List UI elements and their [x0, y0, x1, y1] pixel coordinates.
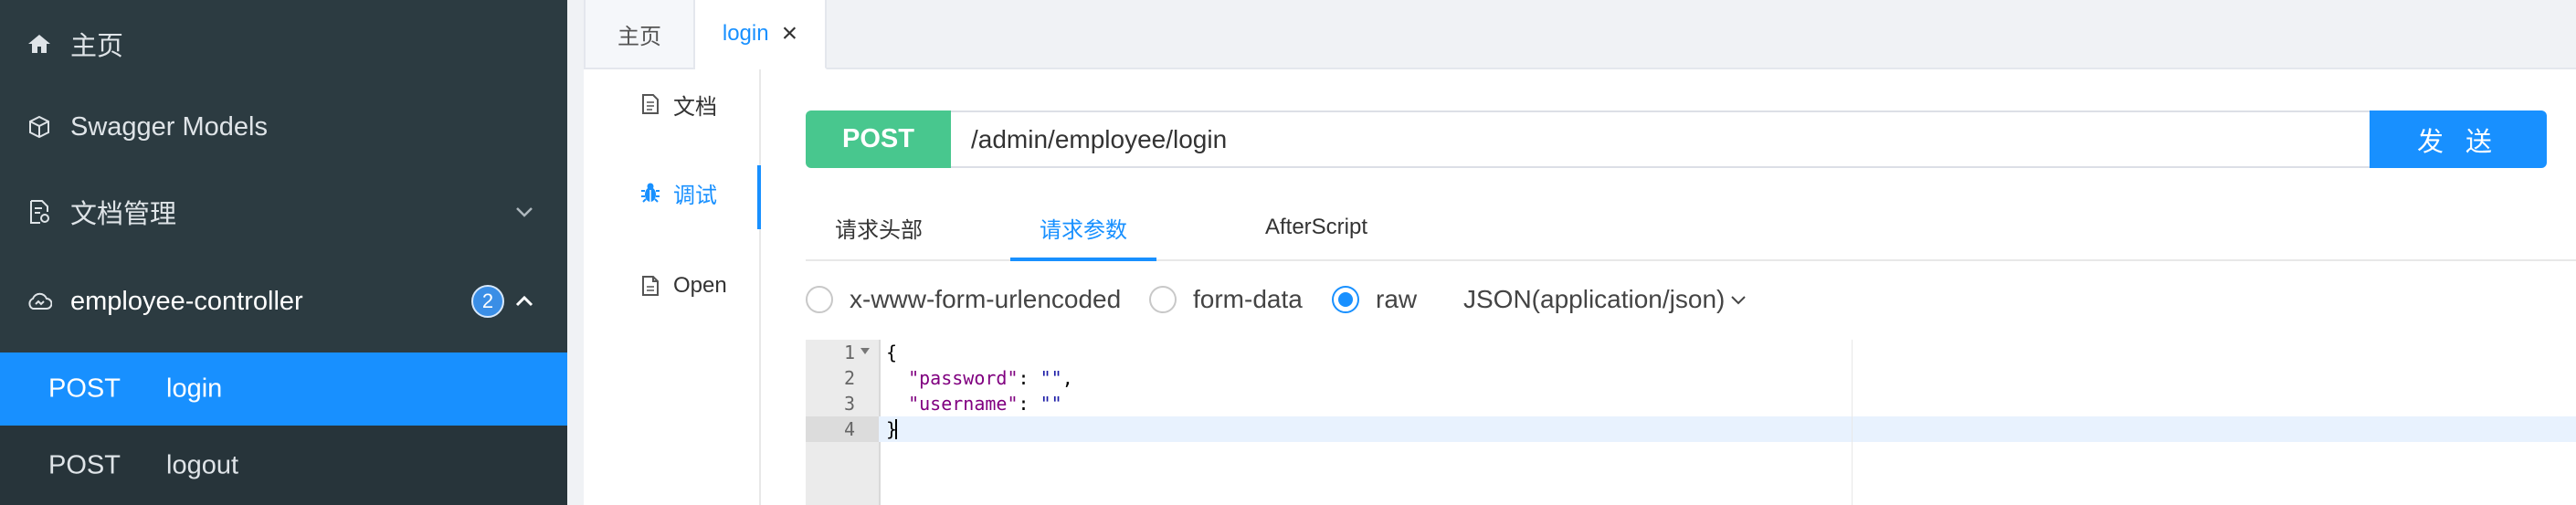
chevron-down-icon: [513, 201, 535, 223]
code-token: "username": [908, 393, 1019, 415]
home-icon: [26, 30, 53, 58]
endpoint-item-logout[interactable]: POST logout: [0, 426, 567, 505]
endpoint-item-login[interactable]: POST login: [0, 352, 567, 426]
sidebar-item-home[interactable]: 主页: [0, 0, 567, 88]
code-token: "password": [908, 367, 1019, 389]
code-token: :: [1018, 393, 1040, 415]
radio-label: form-data: [1193, 285, 1303, 313]
cloud-icon: [26, 288, 53, 315]
nav-item-label: Open: [673, 273, 727, 298]
line-number: 4: [843, 418, 855, 440]
send-button[interactable]: 发 送: [2370, 110, 2547, 168]
document-settings-icon: [26, 198, 53, 226]
file-icon: [639, 273, 662, 299]
bug-icon: [639, 180, 662, 205]
doc-side-nav: 文档 调试 Open: [584, 69, 761, 505]
editor-gutter: 1 2 3 4: [806, 340, 881, 505]
radio-circle: [1149, 286, 1177, 313]
line-number: 2: [843, 367, 855, 389]
param-tabs: 请求头部 请求参数 AfterScript: [806, 195, 2576, 261]
content-type-label: JSON(application/json): [1463, 285, 1726, 313]
radio-raw[interactable]: raw: [1332, 279, 1417, 320]
code-token: {: [886, 342, 898, 363]
radio-label: raw: [1376, 285, 1418, 313]
tab-request-params[interactable]: 请求参数: [1010, 195, 1156, 261]
code-token: :: [1018, 367, 1040, 389]
fold-arrow-icon[interactable]: [860, 348, 870, 354]
endpoint-name: logout: [166, 450, 239, 479]
radio-circle: [806, 286, 833, 313]
nav-item-label: 文档: [673, 94, 717, 120]
code-line: {: [886, 340, 897, 365]
code-line: "password": "",: [886, 365, 1073, 391]
code-token: "": [1040, 367, 1062, 389]
text-cursor: [895, 419, 897, 439]
nav-item-doc[interactable]: 文档: [584, 77, 759, 132]
tab-login[interactable]: login ×: [695, 0, 827, 69]
nav-item-label: 调试: [673, 183, 717, 208]
tab-label: AfterScript: [1264, 215, 1368, 239]
sidebar-item-doc-management[interactable]: 文档管理: [0, 168, 567, 256]
endpoint-method: POST: [48, 450, 121, 479]
endpoint-name: login: [166, 373, 223, 404]
sidebar-item-label: 文档管理: [70, 200, 177, 229]
tabs-bar: [567, 0, 2576, 69]
tab-request-headers[interactable]: 请求头部: [806, 195, 952, 259]
nav-item-debug[interactable]: 调试: [584, 165, 761, 229]
sidebar-item-label: 主页: [70, 32, 124, 61]
document-icon: [639, 91, 662, 117]
gutter-active-line: [806, 416, 879, 442]
close-icon[interactable]: ×: [782, 20, 798, 47]
chevron-up-icon: [513, 290, 535, 312]
sidebar-item-swagger-models[interactable]: Swagger Models: [0, 83, 567, 171]
nav-item-open[interactable]: Open: [584, 258, 759, 313]
code-token: ,: [1061, 367, 1073, 389]
code-token: "": [1040, 393, 1062, 415]
code-editor[interactable]: 1 2 3 4 { "password": "", "username": ""…: [806, 340, 2576, 505]
tab-label: login: [722, 21, 769, 46]
sidebar-item-employee-controller[interactable]: employee-controller 2: [0, 258, 567, 345]
tab-home[interactable]: 主页: [584, 0, 695, 68]
radio-form-data[interactable]: form-data: [1149, 279, 1303, 320]
sidebar: 主页 Swagger Models 文档管理 employee-controll…: [0, 0, 567, 505]
count-badge: 2: [471, 285, 504, 318]
tab-label: 请求头部: [835, 217, 923, 243]
editor-content[interactable]: { "password": "", "username": "" }: [886, 340, 2576, 505]
body-type-group: x-www-form-urlencoded form-data raw JSON…: [806, 279, 2576, 320]
line-number: 1: [843, 342, 855, 363]
chevron-down-icon: [1730, 288, 1747, 311]
line-number: 3: [843, 393, 855, 415]
url-input[interactable]: /admin/employee/login: [951, 110, 2370, 168]
divider-strip: [567, 0, 584, 505]
tab-label: 主页: [618, 24, 661, 49]
cube-icon: [26, 113, 53, 141]
code-line: "username": "": [886, 391, 1062, 416]
http-method-badge[interactable]: POST: [806, 110, 951, 168]
sidebar-item-label: employee-controller: [70, 286, 303, 316]
content-type-dropdown[interactable]: JSON(application/json): [1463, 279, 1747, 320]
tab-afterscript[interactable]: AfterScript: [1235, 195, 1398, 259]
radio-urlencoded[interactable]: x-www-form-urlencoded: [806, 279, 1121, 320]
radio-label: x-www-form-urlencoded: [850, 285, 1122, 313]
radio-circle: [1332, 286, 1359, 313]
sidebar-item-label: Swagger Models: [70, 111, 268, 142]
tab-label: 请求参数: [1040, 217, 1127, 243]
endpoint-method: POST: [48, 373, 121, 404]
